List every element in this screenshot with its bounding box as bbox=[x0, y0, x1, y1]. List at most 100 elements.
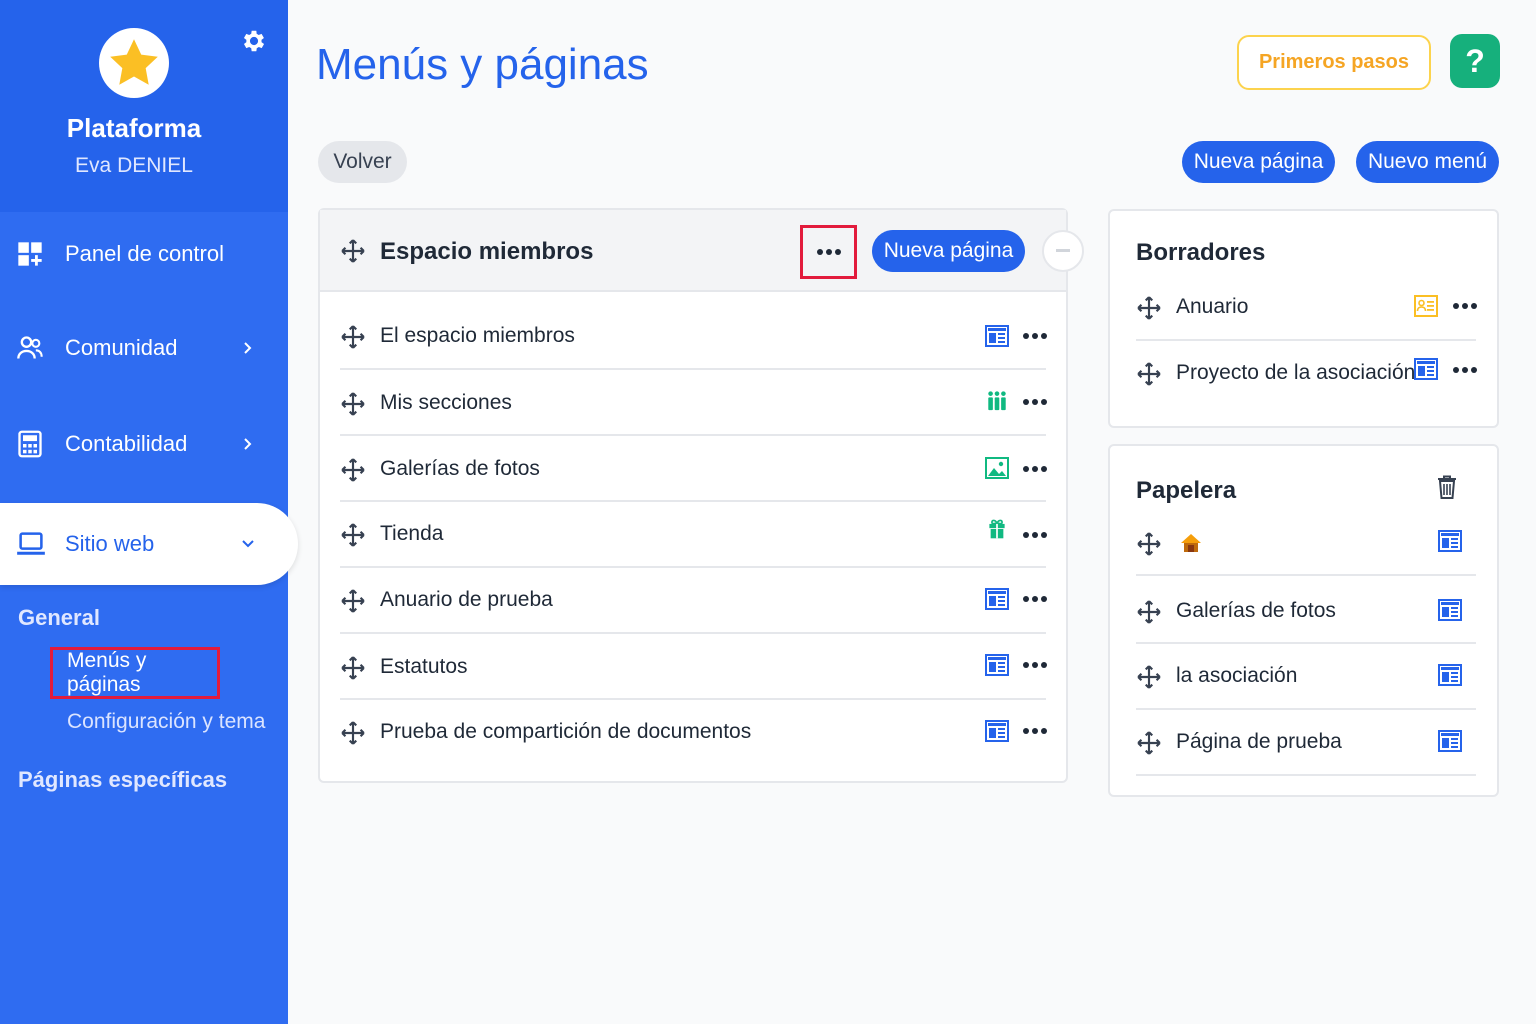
chevron-right-icon bbox=[244, 342, 252, 354]
page-layout-icon bbox=[985, 720, 1009, 742]
organization-logo[interactable] bbox=[99, 28, 169, 98]
page-layout-icon bbox=[1438, 730, 1462, 752]
move-handle-icon[interactable] bbox=[340, 238, 366, 264]
collapse-menu-button[interactable] bbox=[1042, 230, 1084, 272]
nav-item-dashboard[interactable]: Panel de control bbox=[0, 224, 288, 284]
list-item[interactable]: Anuario de prueba bbox=[340, 568, 1048, 634]
nav-item-label: Comunidad bbox=[65, 335, 178, 360]
item-label: Anuario bbox=[1176, 295, 1249, 318]
image-icon bbox=[985, 457, 1009, 479]
page-layout-icon bbox=[985, 588, 1009, 610]
move-handle-icon[interactable] bbox=[340, 324, 366, 350]
more-dots-icon[interactable] bbox=[1022, 727, 1048, 735]
item-label: Galerías de fotos bbox=[1176, 599, 1336, 622]
directory-card-icon bbox=[1414, 295, 1438, 317]
move-handle-icon[interactable] bbox=[340, 522, 366, 548]
more-dots-icon[interactable] bbox=[1022, 661, 1048, 669]
getting-started-button[interactable]: Primeros pasos bbox=[1237, 35, 1431, 90]
chevron-down-icon bbox=[242, 540, 254, 548]
page-layout-icon bbox=[985, 654, 1009, 676]
section-specific-pages[interactable]: Páginas específicas bbox=[18, 767, 227, 793]
item-label: El espacio miembros bbox=[380, 324, 575, 347]
item-label: Tienda bbox=[380, 522, 444, 545]
list-item[interactable]: Tienda bbox=[340, 502, 1048, 568]
nav-item-community[interactable]: Comunidad bbox=[0, 318, 288, 378]
help-button[interactable]: ? bbox=[1450, 34, 1500, 88]
more-dots-icon[interactable] bbox=[1022, 465, 1048, 473]
move-handle-icon[interactable] bbox=[340, 457, 366, 483]
move-handle-icon[interactable] bbox=[1136, 730, 1162, 756]
menu-card: Espacio miembros Nueva página El espacio… bbox=[318, 208, 1084, 783]
sidebar-header: Plataforma Eva DENIEL bbox=[0, 0, 288, 212]
list-item[interactable]: Proyecto de la asociación bbox=[1136, 341, 1478, 407]
nav-item-label: Panel de control bbox=[65, 241, 224, 266]
gear-icon[interactable] bbox=[240, 27, 268, 55]
trash-icon[interactable] bbox=[1436, 474, 1458, 500]
move-handle-icon[interactable] bbox=[340, 588, 366, 614]
item-label: Prueba de compartición de documentos bbox=[380, 720, 752, 743]
item-label: Proyecto de la asociación bbox=[1176, 361, 1416, 384]
list-item[interactable]: El espacio miembros bbox=[340, 304, 1048, 370]
nav-item-website[interactable]: Sitio web bbox=[0, 503, 298, 585]
more-dots-icon[interactable] bbox=[1022, 332, 1048, 340]
move-handle-icon[interactable] bbox=[340, 720, 366, 746]
laptop-icon bbox=[17, 532, 45, 555]
move-handle-icon[interactable] bbox=[1136, 361, 1162, 387]
move-handle-icon[interactable] bbox=[1136, 531, 1162, 557]
new-menu-button[interactable]: Nuevo menú bbox=[1356, 141, 1499, 183]
people-group-icon bbox=[988, 391, 1006, 411]
calculator-icon bbox=[18, 430, 42, 458]
move-handle-icon[interactable] bbox=[340, 391, 366, 417]
drafts-card: Borradores Anuario Proyecto de la asocia… bbox=[1108, 209, 1499, 428]
item-label: Galerías de fotos bbox=[380, 457, 540, 480]
item-label: Estatutos bbox=[380, 655, 468, 678]
list-item[interactable]: Anuario bbox=[1136, 275, 1478, 341]
trash-card: Papelera Galerías de fotos la asociación… bbox=[1108, 444, 1499, 797]
drafts-title: Borradores bbox=[1136, 239, 1266, 266]
gift-icon bbox=[989, 519, 1005, 539]
more-dots-icon[interactable] bbox=[1022, 595, 1048, 603]
section-general: General bbox=[18, 605, 100, 630]
page-title: Menús y páginas bbox=[316, 40, 649, 89]
star-icon bbox=[110, 39, 158, 85]
trash-title: Papelera bbox=[1136, 477, 1237, 504]
list-item[interactable]: Página de prueba bbox=[1136, 710, 1476, 776]
list-item[interactable]: Mis secciones bbox=[340, 370, 1048, 436]
page-layout-icon bbox=[985, 325, 1009, 347]
user-name: Eva DENIEL bbox=[75, 154, 193, 177]
menu-header: Espacio miembros Nueva página bbox=[320, 210, 1084, 292]
item-label: Mis secciones bbox=[380, 391, 512, 414]
page-layout-icon bbox=[1438, 599, 1462, 621]
list-item[interactable]: Prueba de compartición de documentos bbox=[340, 700, 1048, 766]
nav-item-accounting[interactable]: Contabilidad bbox=[0, 414, 288, 474]
more-dots-icon[interactable] bbox=[1022, 398, 1048, 406]
more-dots-icon[interactable] bbox=[1452, 366, 1478, 374]
menu-title: Espacio miembros bbox=[380, 238, 594, 265]
link-menus-pages[interactable]: Menús y páginas bbox=[50, 647, 220, 699]
list-item[interactable]: Estatutos bbox=[340, 634, 1048, 700]
nav-item-label: Sitio web bbox=[65, 531, 155, 556]
minus-icon bbox=[1056, 249, 1070, 252]
back-button[interactable]: Volver bbox=[318, 141, 407, 183]
more-dots-icon[interactable] bbox=[1022, 531, 1048, 539]
link-configuration-theme[interactable]: Configuración y tema bbox=[67, 710, 265, 734]
sidebar: Plataforma Eva DENIEL Panel de control C… bbox=[0, 0, 298, 1024]
move-handle-icon[interactable] bbox=[1136, 599, 1162, 625]
item-label: Anuario de prueba bbox=[380, 588, 553, 611]
move-handle-icon[interactable] bbox=[1136, 295, 1162, 321]
item-label: Página de prueba bbox=[1176, 730, 1342, 753]
list-item[interactable] bbox=[1136, 510, 1476, 576]
menu-options-button[interactable] bbox=[800, 225, 857, 279]
chevron-right-icon bbox=[244, 438, 252, 450]
list-item[interactable]: Galerías de fotos bbox=[1136, 578, 1476, 644]
more-dots-icon[interactable] bbox=[1452, 302, 1478, 310]
menu-new-page-button[interactable]: Nueva página bbox=[872, 230, 1025, 272]
list-item[interactable]: la asociación bbox=[1136, 644, 1476, 710]
move-handle-icon[interactable] bbox=[1136, 664, 1162, 690]
list-item[interactable]: Galerías de fotos bbox=[340, 436, 1048, 502]
move-handle-icon[interactable] bbox=[340, 655, 366, 681]
new-page-button[interactable]: Nueva página bbox=[1182, 141, 1335, 183]
home-icon bbox=[1181, 534, 1201, 552]
users-icon bbox=[17, 336, 43, 359]
dashboard-icon bbox=[18, 242, 42, 266]
